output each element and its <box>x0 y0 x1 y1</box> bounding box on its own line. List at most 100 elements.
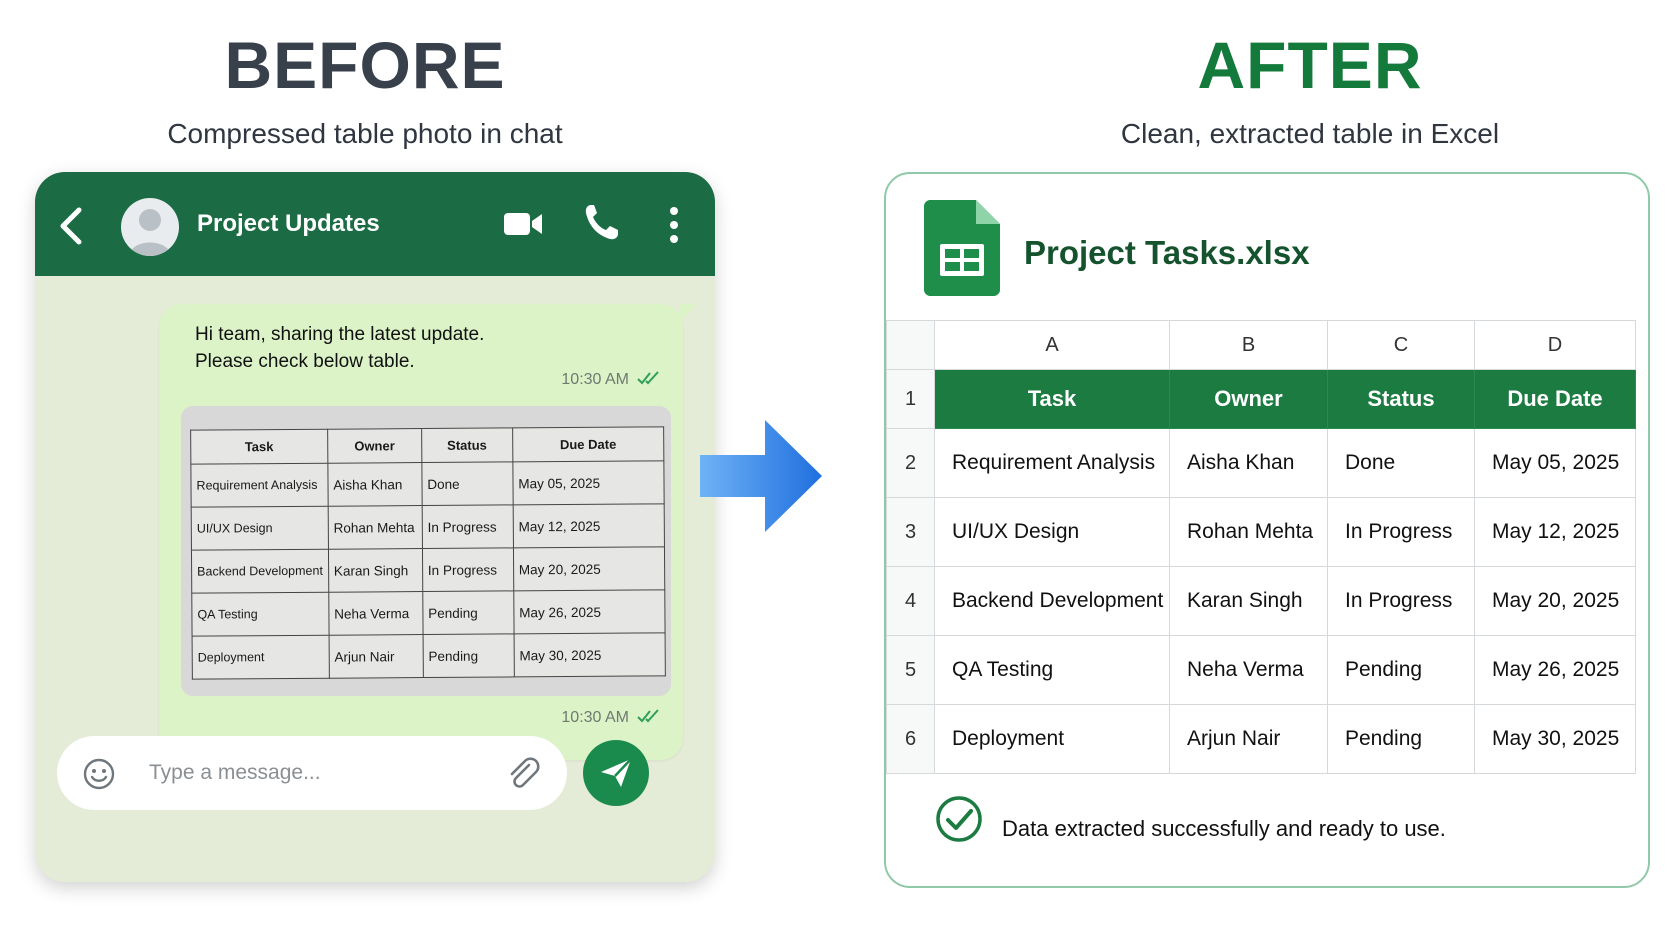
data-cell[interactable]: Pending <box>1327 635 1475 705</box>
after-title: AFTER <box>1197 28 1423 102</box>
row-number[interactable]: 3 <box>886 497 935 567</box>
message-timestamp: 10:30 AM <box>561 371 629 388</box>
data-cell[interactable]: May 05, 2025 <box>1474 428 1636 498</box>
row-number[interactable]: 2 <box>886 428 935 498</box>
bubble-tail <box>679 304 697 322</box>
photo-header-owner: Owner <box>327 428 422 464</box>
photo-cell: Aisha Khan <box>327 462 422 507</box>
column-header-b[interactable]: B <box>1169 320 1328 370</box>
photo-cell: May 20, 2025 <box>513 546 665 591</box>
table-row: 4 Backend Development Karan Singh In Pro… <box>886 566 1636 636</box>
table-row: 6 Deployment Arjun Nair Pending May 30, … <box>886 704 1636 774</box>
data-cell[interactable]: Deployment <box>934 704 1170 774</box>
chat-window: Project Updates Hi team, sharing the lat… <box>35 172 715 882</box>
photo-cell: QA Testing <box>191 592 329 637</box>
chat-title[interactable]: Project Updates <box>197 210 380 238</box>
data-cell[interactable]: Rohan Mehta <box>1169 497 1328 567</box>
column-header-a[interactable]: A <box>934 320 1170 370</box>
after-heading: AFTER Clean, extracted table in Excel <box>1040 32 1580 150</box>
photo-table-row: Deployment Arjun Nair Pending May 30, 20… <box>192 632 666 680</box>
emoji-icon[interactable] <box>83 758 115 795</box>
data-cell[interactable]: Aisha Khan <box>1169 428 1328 498</box>
success-message: Data extracted successfully and ready to… <box>1002 816 1446 841</box>
data-cell[interactable]: In Progress <box>1327 566 1475 636</box>
message-text-line: Hi team, sharing the latest update. <box>195 324 485 345</box>
message-input[interactable] <box>147 760 481 786</box>
data-cell[interactable]: QA Testing <box>934 635 1170 705</box>
row-number[interactable]: 1 <box>886 369 935 429</box>
table-row: 3 UI/UX Design Rohan Mehta In Progress M… <box>886 497 1636 567</box>
file-name: Project Tasks.xlsx <box>1024 234 1310 271</box>
photo-cell: Pending <box>422 633 515 678</box>
chat-header: Project Updates <box>35 172 715 276</box>
spreadsheet-grid: A B C D 1 Task Owner Status Due Date 2 R… <box>886 320 1636 774</box>
photo-header-status: Status <box>421 427 513 463</box>
header-cell-task[interactable]: Task <box>934 369 1170 429</box>
data-cell[interactable]: UI/UX Design <box>934 497 1170 567</box>
avatar-icon[interactable] <box>121 198 179 256</box>
data-cell[interactable]: May 12, 2025 <box>1474 497 1636 567</box>
before-subtitle: Compressed table photo in chat <box>167 118 563 149</box>
right-arrow-icon <box>700 420 825 537</box>
photo-header-due-date: Due Date <box>512 426 664 462</box>
photo-cell: In Progress <box>421 504 514 549</box>
double-check-icon <box>637 370 661 391</box>
data-cell[interactable]: May 26, 2025 <box>1474 635 1636 705</box>
video-call-icon[interactable] <box>503 210 543 243</box>
photo-cell: Backend Development <box>191 549 329 594</box>
data-cell[interactable]: May 30, 2025 <box>1474 704 1636 774</box>
photo-cell: In Progress <box>422 547 514 592</box>
header-cell-status[interactable]: Status <box>1327 369 1475 429</box>
photo-table: Task Owner Status Due Date Requirement A… <box>190 426 666 680</box>
send-button[interactable] <box>583 740 649 806</box>
paperclip-icon[interactable] <box>505 755 541 796</box>
message-input-bar <box>57 736 567 810</box>
before-title: BEFORE <box>224 28 506 102</box>
data-cell[interactable]: Karan Singh <box>1169 566 1328 636</box>
header-row: 1 Task Owner Status Due Date <box>886 369 1636 429</box>
data-cell[interactable]: Requirement Analysis <box>934 428 1170 498</box>
row-number[interactable]: 5 <box>886 635 935 705</box>
photo-cell: Karan Singh <box>328 548 423 593</box>
data-cell[interactable]: May 20, 2025 <box>1474 566 1636 636</box>
column-header-c[interactable]: C <box>1327 320 1475 370</box>
corner-cell[interactable] <box>886 320 935 370</box>
photo-table-row: QA Testing Neha Verma Pending May 26, 20… <box>191 589 666 637</box>
table-row: 2 Requirement Analysis Aisha Khan Done M… <box>886 428 1636 498</box>
data-cell[interactable]: In Progress <box>1327 497 1475 567</box>
photo-cell: May 05, 2025 <box>512 460 665 505</box>
data-cell[interactable]: Backend Development <box>934 566 1170 636</box>
data-cell[interactable]: Done <box>1327 428 1475 498</box>
photo-cell: Arjun Nair <box>328 634 424 679</box>
row-number[interactable]: 4 <box>886 566 935 636</box>
table-row: 5 QA Testing Neha Verma Pending May 26, … <box>886 635 1636 705</box>
message-text-line: Please check below table. <box>195 351 415 372</box>
back-arrow-icon[interactable] <box>57 206 87 251</box>
check-circle-icon <box>934 794 984 849</box>
photo-cell: Deployment <box>192 635 330 680</box>
message-bubble: Hi team, sharing the latest update. Plea… <box>159 304 697 760</box>
phone-call-icon[interactable] <box>583 202 619 247</box>
excel-card: Project Tasks.xlsx A B C D 1 Task Owner … <box>884 172 1650 888</box>
photo-cell: UI/UX Design <box>191 506 329 551</box>
photo-cell: May 30, 2025 <box>513 632 666 677</box>
column-header-d[interactable]: D <box>1474 320 1636 370</box>
photo-header-task: Task <box>190 429 328 465</box>
after-subtitle: Clean, extracted table in Excel <box>1120 118 1500 149</box>
table-photo[interactable]: Task Owner Status Due Date Requirement A… <box>181 406 671 696</box>
header-cell-owner[interactable]: Owner <box>1169 369 1328 429</box>
data-cell[interactable]: Neha Verma <box>1169 635 1328 705</box>
more-vertical-icon[interactable] <box>669 206 679 249</box>
row-number[interactable]: 6 <box>886 704 935 774</box>
photo-table-row: Backend Development Karan Singh In Progr… <box>191 546 665 594</box>
photo-cell: Pending <box>422 590 514 635</box>
double-check-icon <box>637 708 661 729</box>
photo-cell: Requirement Analysis <box>190 463 328 508</box>
data-cell[interactable]: Pending <box>1327 704 1475 774</box>
photo-cell: Neha Verma <box>328 591 423 636</box>
data-cell[interactable]: Arjun Nair <box>1169 704 1328 774</box>
before-heading: BEFORE Compressed table photo in chat <box>120 32 610 150</box>
header-cell-due-date[interactable]: Due Date <box>1474 369 1636 429</box>
send-icon <box>601 758 632 787</box>
photo-table-row: Requirement Analysis Aisha Khan Done May… <box>190 460 665 508</box>
